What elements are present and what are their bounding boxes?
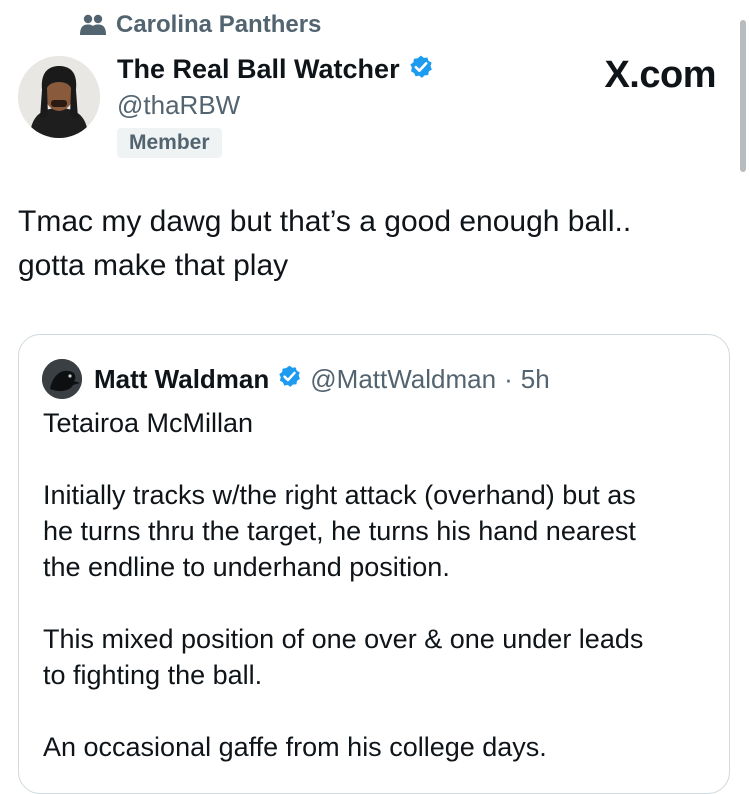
quoted-timestamp[interactable]: 5h xyxy=(521,364,550,395)
quoted-line: Initially tracks w/the right attack (ove… xyxy=(43,480,636,510)
author-handle[interactable]: @thaRBW xyxy=(117,88,434,122)
meta-separator: · xyxy=(504,363,513,394)
quoted-tweet-body: Tetairoa McMillan Initially tracks w/the… xyxy=(43,405,713,765)
author-display-name[interactable]: The Real Ball Watcher xyxy=(117,54,400,85)
quoted-line: Tetairoa McMillan xyxy=(43,408,254,438)
quoted-author-handle[interactable]: @MattWaldman xyxy=(310,364,496,395)
community-people-icon xyxy=(80,14,106,36)
quoted-paragraph: This mixed position of one over & one un… xyxy=(43,621,713,693)
verified-badge-icon xyxy=(408,54,434,85)
community-label[interactable]: Carolina Panthers xyxy=(80,10,321,40)
tweet-line: gotta make that play xyxy=(18,249,289,282)
verified-badge-icon xyxy=(277,364,302,394)
raven-avatar-icon[interactable] xyxy=(42,359,82,399)
quoted-line: the endline to underhand position. xyxy=(43,552,450,582)
quoted-paragraph: An occasional gaffe from his college day… xyxy=(43,729,713,765)
tweet-line: Tmac my dawg but that’s a good enough ba… xyxy=(18,205,632,238)
member-badge: Member xyxy=(117,128,222,158)
quoted-line: to fighting the ball. xyxy=(43,660,263,690)
author-block: The Real Ball Watcher @thaRBW Member xyxy=(117,52,434,158)
brand-watermark: X.com xyxy=(604,54,716,96)
community-name: Carolina Panthers xyxy=(116,11,322,38)
quoted-paragraph: Initially tracks w/the right attack (ove… xyxy=(43,477,713,585)
quoted-line: This mixed position of one over & one un… xyxy=(43,624,644,654)
tweet-text: Tmac my dawg but that’s a good enough ba… xyxy=(18,200,718,288)
scrollbar[interactable] xyxy=(740,20,746,172)
avatar[interactable] xyxy=(18,56,100,138)
quoted-tweet-header: Matt Waldman @MattWaldman · 5h xyxy=(42,359,550,399)
quoted-paragraph: Tetairoa McMillan xyxy=(43,405,713,441)
quoted-line: he turns thru the target, he turns his h… xyxy=(43,516,636,546)
quoted-author-name[interactable]: Matt Waldman xyxy=(94,364,269,395)
quoted-line: An occasional gaffe from his college day… xyxy=(43,732,547,762)
quoted-tweet-card[interactable]: Matt Waldman @MattWaldman · 5h Tetairoa … xyxy=(18,334,730,794)
